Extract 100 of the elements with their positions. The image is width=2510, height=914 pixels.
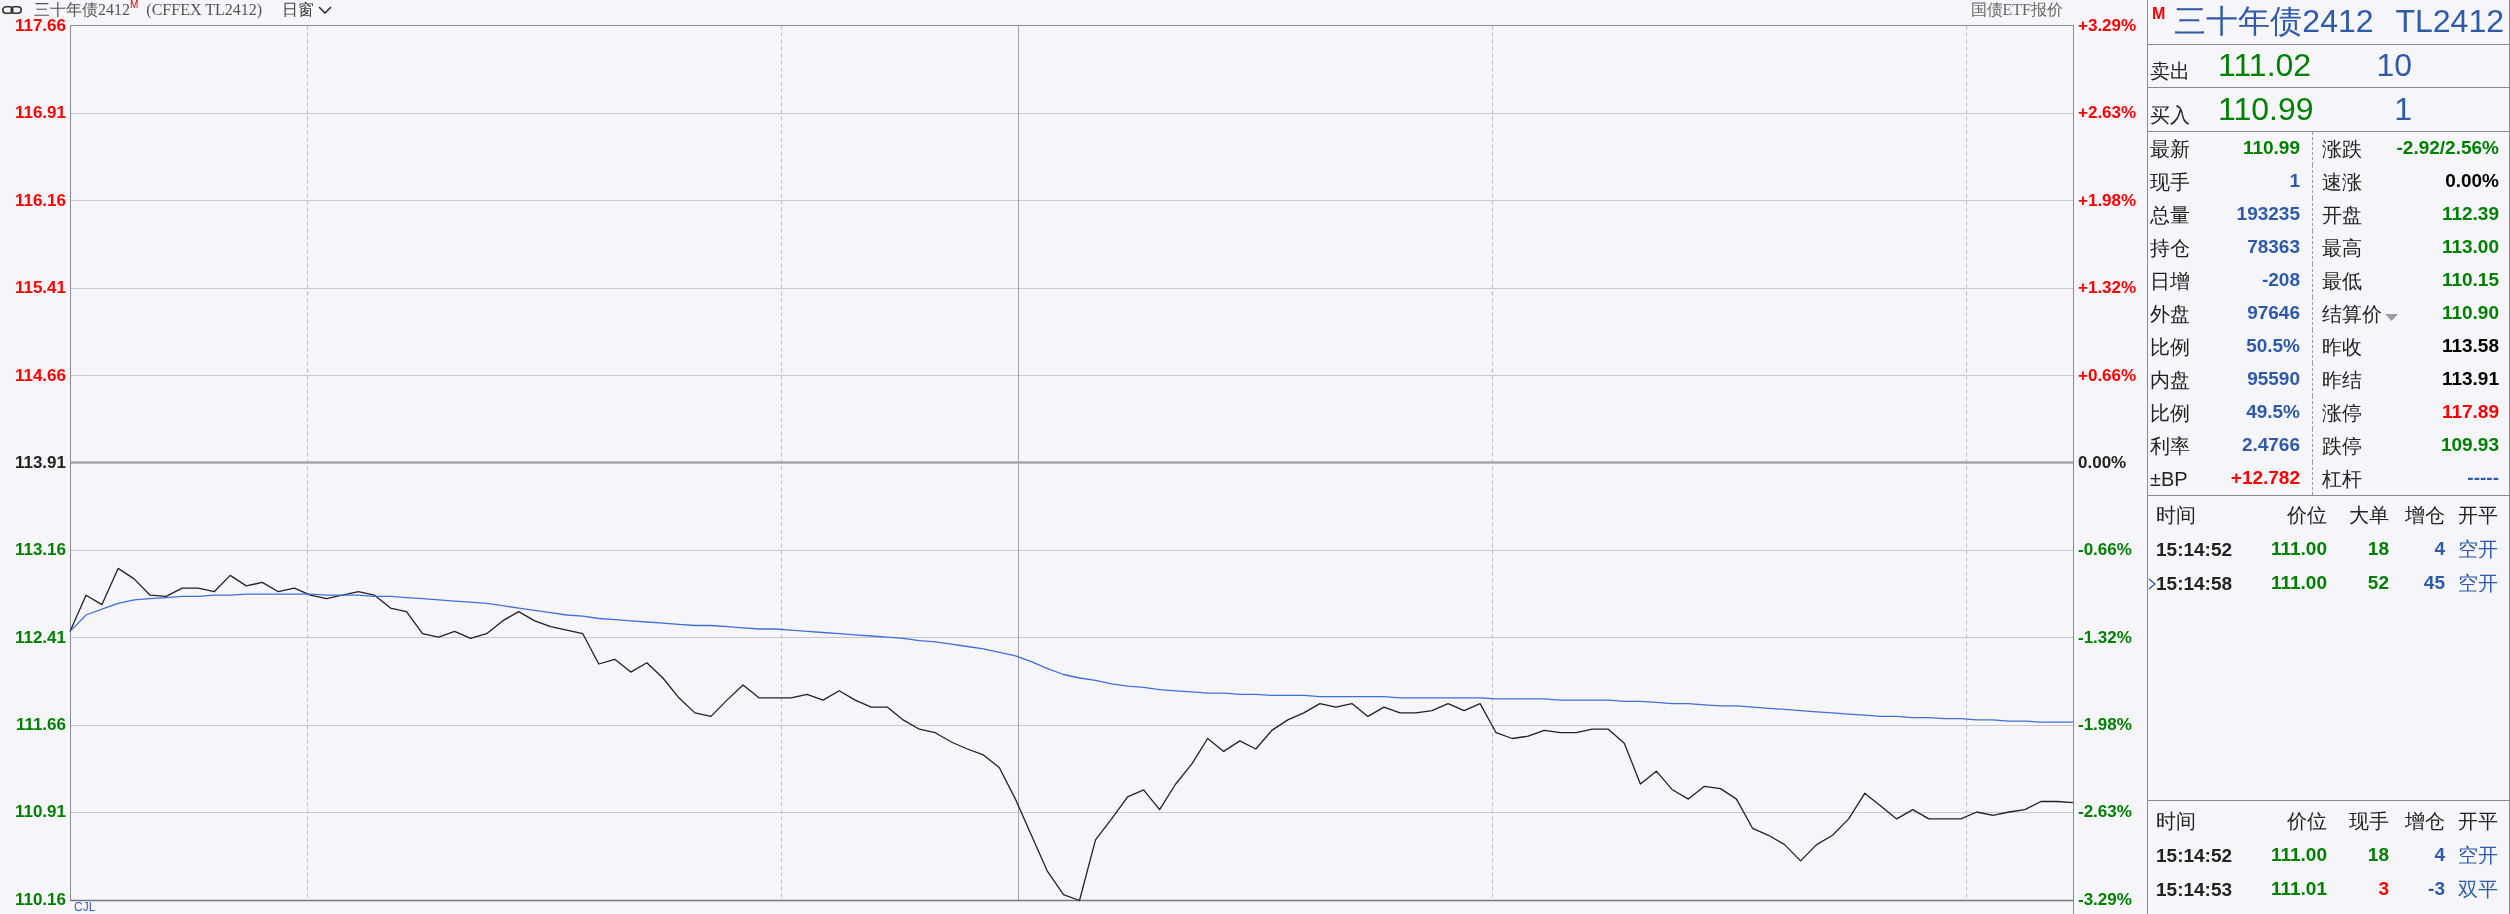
etf-quote-link[interactable]: 国债ETF报价 — [1970, 1, 2063, 20]
price-cell: 111.00 — [2270, 844, 2327, 865]
stat-value: 113.00 — [2441, 236, 2499, 259]
stat-label: 总量 — [2150, 202, 2190, 227]
action-cell: 空开 — [2458, 572, 2498, 594]
stat-value: 50.5% — [2246, 335, 2300, 358]
market-label: M — [2152, 6, 2166, 22]
oi-change-cell: 4 — [2434, 538, 2445, 559]
quote-price: 111.02 — [2218, 48, 2312, 84]
stat-label: 杠杆 — [2322, 466, 2362, 491]
stat-value: 49.5% — [2246, 401, 2300, 424]
time-cell: 15:14:52 — [2156, 538, 2233, 562]
stat-label: 昨结 — [2322, 367, 2362, 392]
volume-cell: 52 — [2367, 572, 2389, 593]
stat-label: 开盘 — [2322, 202, 2362, 227]
column-header: 开平 — [2458, 504, 2498, 526]
column-header: 大单 — [2349, 504, 2389, 526]
action-cell: 空开 — [2458, 844, 2498, 866]
percent-axis-label: -1.98% — [2078, 715, 2132, 735]
stat-value: -2.92/2.56% — [2396, 137, 2499, 160]
quote-label: 卖出 — [2150, 59, 2190, 83]
time-cell: 15:14:53 — [2156, 878, 2233, 902]
percent-axis-label: +1.98% — [2078, 190, 2137, 210]
indicator-label: CJL — [74, 900, 96, 914]
stat-label: 最低 — [2322, 268, 2362, 293]
price-axis-label: 113.16 — [14, 540, 66, 560]
stat-label: 外盘 — [2150, 301, 2190, 326]
percent-axis-label: +0.66% — [2078, 365, 2137, 385]
column-header: 增仓 — [2405, 504, 2445, 526]
price-axis-label: 116.16 — [14, 190, 66, 210]
quote-volume: 1 — [2394, 91, 2412, 128]
stat-value: 113.58 — [2441, 335, 2499, 358]
price-cell: 111.01 — [2270, 878, 2327, 899]
period-dropdown[interactable]: 日窗 — [282, 1, 333, 20]
volume-cell: 3 — [2378, 878, 2389, 899]
percent-axis-label: -2.63% — [2078, 802, 2132, 822]
price-axis-label: 114.66 — [14, 365, 66, 385]
percent-axis-label: -0.66% — [2078, 540, 2132, 560]
percent-axis-label: 0.00% — [2078, 452, 2127, 472]
chart-title: 三十年债2412$^{M}$ — [34, 1, 139, 19]
action-cell: 空开 — [2458, 538, 2498, 560]
quote-label: 买入 — [2150, 103, 2190, 127]
stat-value: 110.90 — [2441, 302, 2499, 325]
chevron-icon — [318, 6, 333, 15]
instrument-code: TL2412 — [2395, 4, 2504, 40]
oi-change-cell: 45 — [2423, 572, 2445, 593]
column-header: 开平 — [2458, 810, 2498, 832]
price-axis-label: 115.41 — [14, 278, 66, 298]
stat-label: 最高 — [2322, 235, 2362, 260]
stat-label: 速涨 — [2322, 169, 2362, 194]
stat-value: -208 — [2261, 269, 2300, 292]
price-axis-label: 113.91 — [14, 452, 66, 472]
stat-label: 最新 — [2150, 136, 2190, 161]
percent-axis-label: -3.29% — [2078, 889, 2132, 909]
stat-label: 昨收 — [2322, 334, 2362, 359]
stat-value: 95590 — [2247, 368, 2300, 391]
action-cell: 双平 — [2458, 878, 2498, 900]
price-axis-label: 117.66 — [14, 16, 66, 35]
link-icon[interactable] — [2, 5, 22, 15]
time-cell: 15:14:58 — [2156, 572, 2233, 596]
stat-value: 113.91 — [2441, 368, 2499, 391]
percent-axis-label: -1.32% — [2078, 627, 2132, 647]
percent-axis-label: +1.32% — [2078, 278, 2137, 298]
stat-value: 109.93 — [2440, 434, 2499, 457]
price-axis-label: 112.41 — [14, 627, 66, 647]
stat-label: 涨停 — [2322, 400, 2362, 425]
price-cell: 111.00 — [2270, 572, 2327, 593]
stat-value: 112.39 — [2441, 203, 2499, 226]
stat-label: 日增 — [2150, 268, 2190, 293]
price-axis-label: 110.16 — [14, 889, 66, 909]
stat-value: 2.4766 — [2241, 434, 2300, 457]
column-header: 价位 — [2287, 810, 2327, 832]
column-header: 现手 — [2349, 810, 2389, 832]
stat-label: 跌停 — [2322, 433, 2362, 458]
stat-value: ----- — [2467, 467, 2499, 490]
instrument-name: 三十年债2412 — [2174, 4, 2374, 40]
stat-value: 110.99 — [2242, 137, 2300, 160]
column-header: 价位 — [2287, 504, 2327, 526]
quote-price: 110.99 — [2218, 91, 2314, 128]
stat-label: 利率 — [2150, 433, 2190, 458]
stat-value: 110.15 — [2441, 269, 2499, 292]
column-header: 时间 — [2156, 810, 2196, 832]
stat-label: 内盘 — [2150, 367, 2190, 392]
column-header: 增仓 — [2405, 810, 2445, 832]
stat-label: 持仓 — [2150, 235, 2190, 260]
percent-axis-label: +3.29% — [2078, 16, 2137, 35]
contract-code: (CFFEX TL2412) — [146, 1, 263, 20]
percent-axis-label: +2.63% — [2078, 103, 2137, 123]
oi-change-cell: -3 — [2428, 878, 2445, 899]
volume-cell: 18 — [2367, 538, 2389, 559]
stat-value: 1 — [2289, 170, 2300, 193]
price-axis-label: 110.91 — [14, 802, 66, 822]
caret-icon[interactable] — [2385, 314, 2398, 321]
stat-value: 0.00% — [2445, 170, 2499, 193]
quote-volume: 10 — [2376, 48, 2412, 84]
stat-label: 现手 — [2150, 169, 2190, 194]
volume-cell: 18 — [2367, 844, 2389, 865]
stat-label: 结算价 — [2322, 301, 2382, 326]
stat-value: 97646 — [2247, 302, 2300, 325]
stat-label: ±BP — [2150, 466, 2188, 491]
